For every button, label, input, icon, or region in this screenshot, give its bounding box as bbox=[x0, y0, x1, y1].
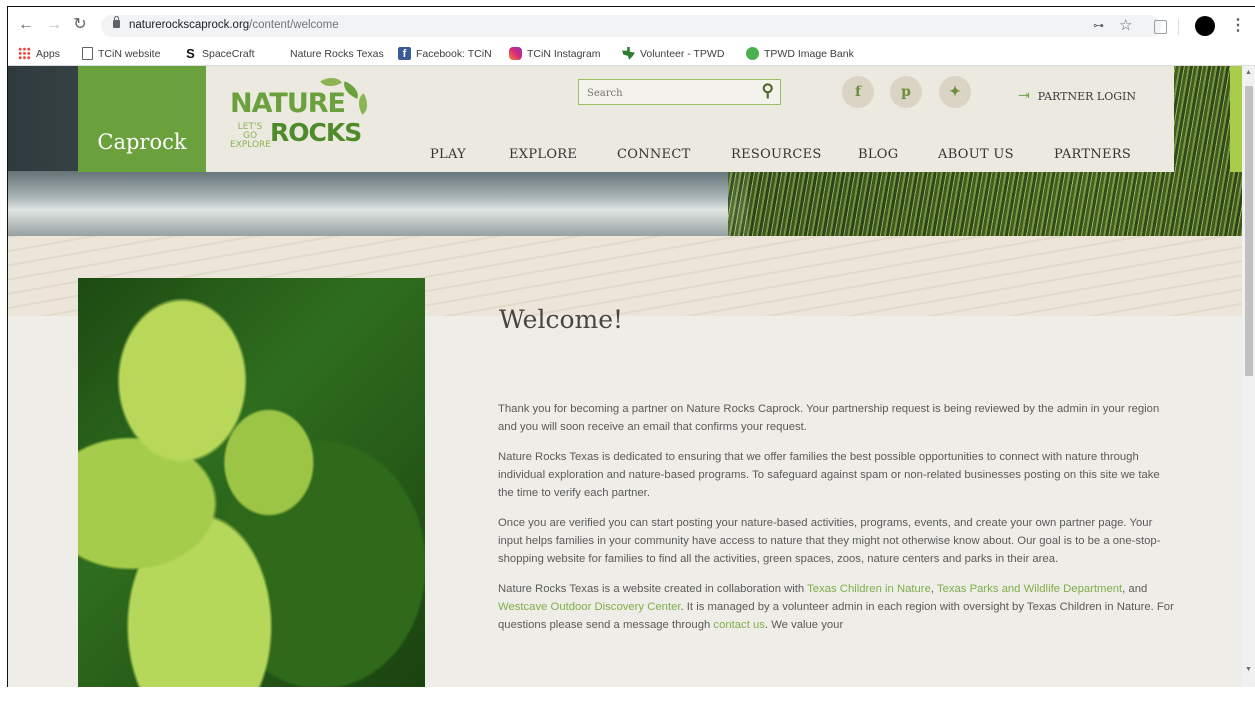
logo-word-rocks: ROCKS bbox=[270, 118, 362, 147]
region-badge[interactable]: Caprock bbox=[78, 66, 206, 172]
texas-icon bbox=[622, 46, 635, 60]
bookmark-label: TCiN Instagram bbox=[527, 48, 601, 60]
bookmark-label: Facebook: TCiN bbox=[416, 48, 492, 60]
nav-explore[interactable]: EXPLORE bbox=[509, 147, 577, 162]
instagram-icon bbox=[509, 46, 522, 60]
kebab-menu-icon[interactable]: ⋮ bbox=[1230, 15, 1246, 35]
lake-reflection bbox=[8, 171, 748, 236]
link-texas-parks-wildlife[interactable]: Texas Parks and Wildlife Department bbox=[937, 583, 1122, 595]
nature-rocks-logo[interactable]: NATURE LET'S GO EXPLORE ROCKS bbox=[230, 72, 380, 154]
header-accent-bar bbox=[1230, 66, 1242, 172]
toolbar-separator bbox=[1178, 19, 1179, 35]
bookmark-tpwd-image-bank[interactable]: TPWD Image Bank bbox=[746, 46, 854, 62]
page-title: Welcome! bbox=[499, 305, 624, 334]
logo-word-nature: NATURE bbox=[230, 88, 346, 119]
scroll-down-icon[interactable]: ▼ bbox=[1245, 666, 1252, 673]
p4-text: Nature Rocks Texas is a website created … bbox=[498, 583, 808, 595]
search-input[interactable] bbox=[585, 83, 749, 103]
nav-play[interactable]: PLAY bbox=[430, 147, 466, 162]
apps-icon bbox=[18, 46, 31, 60]
link-contact-us[interactable]: contact us bbox=[713, 619, 765, 631]
paragraph-3: Once you are verified you can start post… bbox=[498, 517, 1161, 565]
green-leaves-photo bbox=[78, 278, 425, 687]
pinterest-icon[interactable]: p bbox=[890, 76, 922, 108]
logo-tagline-line1: LET'S GO bbox=[237, 122, 263, 141]
nav-about-us[interactable]: ABOUT US bbox=[938, 147, 1014, 162]
reload-icon[interactable]: ↻ bbox=[70, 15, 90, 35]
scrollbar-thumb[interactable] bbox=[1245, 86, 1253, 376]
logo-tagline-line2: EXPLORE bbox=[230, 140, 271, 150]
browser-toolbar: ← → ↻ naturerockscaprock.org/content/wel… bbox=[8, 7, 1255, 43]
region-label: Caprock bbox=[97, 130, 187, 154]
bookmark-star-icon[interactable]: ☆ bbox=[1119, 16, 1132, 34]
p4-text: , and bbox=[1122, 583, 1148, 595]
site-search: ⚲ bbox=[578, 79, 781, 105]
scroll-up-icon[interactable]: ▲ bbox=[1245, 69, 1252, 76]
key-icon[interactable]: ⊶ bbox=[1093, 19, 1104, 32]
bookmark-spacecraft[interactable]: S SpaceCraft bbox=[184, 45, 255, 62]
forward-icon[interactable]: → bbox=[44, 15, 64, 35]
back-icon[interactable]: ← bbox=[16, 15, 36, 35]
tpwd-icon bbox=[746, 46, 759, 60]
profile-avatar[interactable] bbox=[1195, 16, 1215, 36]
url-text: naturerockscaprock.org/content/welcome bbox=[129, 19, 339, 31]
page-scrollbar[interactable]: ▲ ▼ bbox=[1242, 66, 1255, 687]
nav-partners[interactable]: PARTNERS bbox=[1054, 147, 1131, 162]
bookmark-instagram[interactable]: TCiN Instagram bbox=[509, 46, 601, 62]
login-arrow-icon: ⇥ bbox=[1018, 88, 1030, 104]
logo-tagline: LET'S GO EXPLORE bbox=[230, 122, 271, 150]
address-bar[interactable]: naturerockscaprock.org/content/welcome bbox=[101, 15, 1161, 37]
bookmark-apps[interactable]: Apps bbox=[18, 46, 60, 62]
bookmark-label: Apps bbox=[36, 48, 60, 60]
paragraph-4: Nature Rocks Texas is a website created … bbox=[498, 580, 1178, 634]
nav-resources[interactable]: RESOURCES bbox=[731, 147, 822, 162]
lock-icon bbox=[113, 16, 120, 28]
bookmark-label: SpaceCraft bbox=[202, 48, 255, 60]
partner-login-link[interactable]: ⇥ PARTNER LOGIN bbox=[1018, 88, 1136, 104]
bookmark-nature-rocks-texas[interactable]: Nature Rocks Texas bbox=[290, 46, 384, 62]
p4-text: . We value your bbox=[764, 619, 844, 631]
extension-icon[interactable] bbox=[1154, 20, 1167, 34]
bookmark-tcin-website[interactable]: TCiN website bbox=[82, 46, 160, 62]
link-westcave[interactable]: Westcave Outdoor Discovery Center bbox=[498, 601, 681, 613]
url-path: /content/welcome bbox=[249, 19, 339, 31]
bookmark-facebook[interactable]: f Facebook: TCiN bbox=[398, 46, 492, 62]
link-texas-children-in-nature[interactable]: Texas Children in Nature bbox=[807, 583, 931, 595]
web-page: Caprock NATURE LET'S GOEXPLORE ROCKS ⚲ f… bbox=[8, 66, 1242, 687]
paragraph-2: Nature Rocks Texas is dedicated to ensur… bbox=[498, 451, 1160, 499]
nav-connect[interactable]: CONNECT bbox=[617, 147, 691, 162]
welcome-text: Thank you for becoming a partner on Natu… bbox=[498, 400, 1178, 646]
paragraph-1: Thank you for becoming a partner on Natu… bbox=[498, 403, 1160, 433]
twitter-icon[interactable]: ✦ bbox=[939, 76, 971, 108]
bookmark-label: Volunteer - TPWD bbox=[640, 48, 725, 60]
search-icon[interactable]: ⚲ bbox=[762, 81, 774, 101]
browser-window: ← → ↻ naturerockscaprock.org/content/wel… bbox=[7, 6, 1255, 687]
bookmarks-bar: Apps TCiN website S SpaceCraft Nature Roc… bbox=[8, 43, 1255, 66]
site-header: Caprock NATURE LET'S GOEXPLORE ROCKS ⚲ f… bbox=[78, 66, 1242, 172]
bookmark-label: Nature Rocks Texas bbox=[290, 48, 384, 60]
nav-blog[interactable]: BLOG bbox=[858, 147, 898, 162]
page-icon bbox=[82, 46, 93, 60]
bookmark-label: TCiN website bbox=[98, 48, 161, 60]
bookmark-label: TPWD Image Bank bbox=[764, 48, 854, 60]
url-host: naturerockscaprock.org bbox=[129, 19, 250, 31]
bookmark-volunteer-tpwd[interactable]: Volunteer - TPWD bbox=[622, 46, 724, 62]
facebook-icon: f bbox=[398, 46, 411, 60]
partner-login-label: PARTNER LOGIN bbox=[1037, 90, 1137, 103]
spacecraft-icon: S bbox=[186, 45, 195, 61]
facebook-icon[interactable]: f bbox=[842, 76, 874, 108]
